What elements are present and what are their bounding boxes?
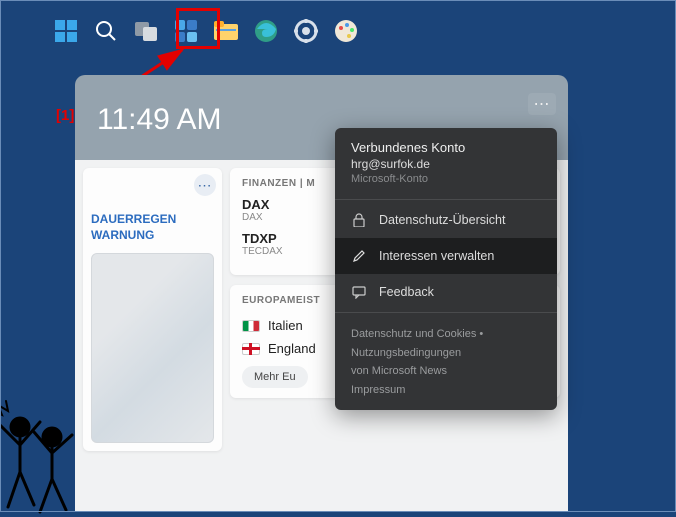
- ctx-item-label: Feedback: [379, 285, 434, 299]
- weather-warning: DAUERREGEN WARNUNG: [91, 212, 214, 243]
- ctx-account-email: hrg@surfok.de: [351, 157, 541, 171]
- decorative-figures: [0, 377, 100, 517]
- country-label: Italien: [268, 318, 303, 333]
- ctx-footer-impressum[interactable]: Impressum: [351, 381, 541, 400]
- ctx-feedback-item[interactable]: Feedback: [335, 274, 557, 310]
- lock-icon: [351, 212, 367, 228]
- flag-england-icon: [242, 343, 260, 355]
- context-menu: Verbundenes Konto hrg@surfok.de Microsof…: [335, 128, 557, 410]
- widgets-more-button[interactable]: ⋯: [528, 93, 556, 115]
- search-icon[interactable]: [93, 18, 119, 44]
- divider: [335, 312, 557, 313]
- country-label: England: [268, 341, 316, 356]
- settings-icon[interactable]: [293, 18, 319, 44]
- weather-more-icon[interactable]: ⋯: [194, 174, 216, 196]
- divider: [335, 199, 557, 200]
- feedback-icon: [351, 284, 367, 300]
- ctx-account-section: Verbundenes Konto hrg@surfok.de Microsof…: [335, 128, 557, 197]
- weather-warning-line2: WARNUNG: [91, 228, 214, 244]
- ctx-item-label: Datenschutz-Übersicht: [379, 213, 505, 227]
- ctx-account-title: Verbundenes Konto: [351, 140, 541, 155]
- flag-italy-icon: [242, 320, 260, 332]
- ctx-privacy-item[interactable]: Datenschutz-Übersicht: [335, 202, 557, 238]
- ctx-footer-cookies[interactable]: Datenschutz und Cookies •: [351, 325, 541, 344]
- pencil-icon: [351, 248, 367, 264]
- weather-card[interactable]: ⋯ DAUERREGEN WARNUNG: [83, 168, 222, 451]
- ctx-footer: Datenschutz und Cookies • Nutzungsbeding…: [335, 315, 557, 410]
- ctx-footer-terms[interactable]: Nutzungsbedingungen: [351, 344, 541, 363]
- ctx-account-type: Microsoft-Konto: [351, 173, 541, 185]
- start-icon[interactable]: [53, 18, 79, 44]
- task-view-icon[interactable]: [133, 18, 159, 44]
- ctx-interests-item[interactable]: Interessen verwalten: [335, 238, 557, 274]
- ctx-item-label: Interessen verwalten: [379, 249, 494, 263]
- ctx-footer-msnews: von Microsoft News: [351, 362, 541, 381]
- edge-icon[interactable]: [253, 18, 279, 44]
- weather-map: [91, 253, 214, 443]
- widgets-time: 11:49 AM: [97, 103, 222, 137]
- euro-more-button[interactable]: Mehr Eu: [242, 366, 308, 388]
- paint-icon[interactable]: [333, 18, 359, 44]
- weather-warning-line1: DAUERREGEN: [91, 212, 214, 228]
- annotation-1: [1]: [56, 107, 74, 124]
